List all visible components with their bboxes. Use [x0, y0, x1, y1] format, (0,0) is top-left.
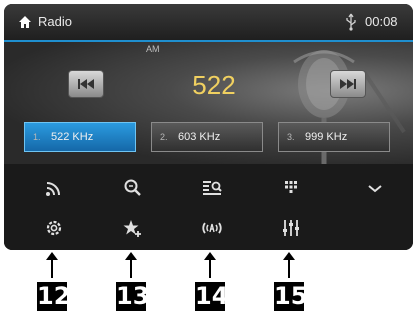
band-label: AM	[146, 44, 160, 54]
add-favorite-button[interactable]	[121, 216, 145, 240]
preset-3-button[interactable]: 3. 999 KHz	[278, 122, 390, 152]
keypad-icon	[285, 181, 297, 193]
page-title: Radio	[38, 14, 72, 29]
list-search-icon	[203, 181, 222, 195]
station-list-button[interactable]	[200, 176, 224, 200]
equalizer-button[interactable]	[279, 216, 303, 240]
skip-back-icon	[78, 79, 94, 89]
seek-previous-button[interactable]	[68, 70, 104, 98]
preset-index: 2.	[160, 132, 168, 142]
seek-next-button[interactable]	[330, 70, 366, 98]
callout-arrow	[288, 254, 290, 278]
home-icon[interactable]	[18, 15, 32, 29]
radio-screen: Radio 00:08 AM 522 1. 522 KHz 2. 603 KHz…	[4, 4, 413, 250]
preset-index: 3.	[287, 132, 295, 142]
usb-icon	[346, 13, 356, 31]
search-icon	[124, 179, 141, 196]
preset-index: 1.	[33, 132, 41, 142]
preset-2-button[interactable]: 2. 603 KHz	[151, 122, 263, 152]
preset-list: 1. 522 KHz 2. 603 KHz 3. 999 KHz	[24, 122, 404, 154]
preset-frequency: 522 KHz	[51, 131, 94, 143]
keypad-button[interactable]	[279, 176, 303, 200]
traffic-announcement-button[interactable]	[200, 216, 224, 240]
current-frequency: 522	[192, 70, 236, 100]
preset-frequency: 603 KHz	[178, 131, 221, 143]
traffic-announcement-icon	[202, 222, 222, 234]
callout-label: 13	[116, 282, 150, 311]
settings-button[interactable]	[42, 216, 66, 240]
equalizer-icon	[283, 220, 299, 236]
signal-icon	[46, 182, 60, 196]
favorite-add-icon	[123, 220, 141, 237]
status-bar: Radio 00:08	[4, 4, 413, 42]
callout-arrow	[209, 254, 211, 278]
clock: 00:08	[365, 14, 398, 29]
callout-arrow	[51, 254, 53, 278]
preset-frequency: 999 KHz	[305, 131, 348, 143]
callout-label: 15	[274, 282, 308, 311]
callout-label: 14	[195, 282, 229, 311]
preset-1-button[interactable]: 1. 522 KHz	[24, 122, 136, 152]
expand-menu-button[interactable]	[363, 176, 387, 200]
signal-button[interactable]	[42, 176, 66, 200]
skip-forward-icon	[340, 79, 356, 89]
search-button[interactable]	[121, 176, 145, 200]
function-toolbar	[4, 164, 413, 250]
callout-label: 12	[37, 282, 71, 311]
settings-icon	[46, 220, 62, 236]
chevron-down-icon	[368, 185, 382, 193]
callout-arrow	[130, 254, 132, 278]
